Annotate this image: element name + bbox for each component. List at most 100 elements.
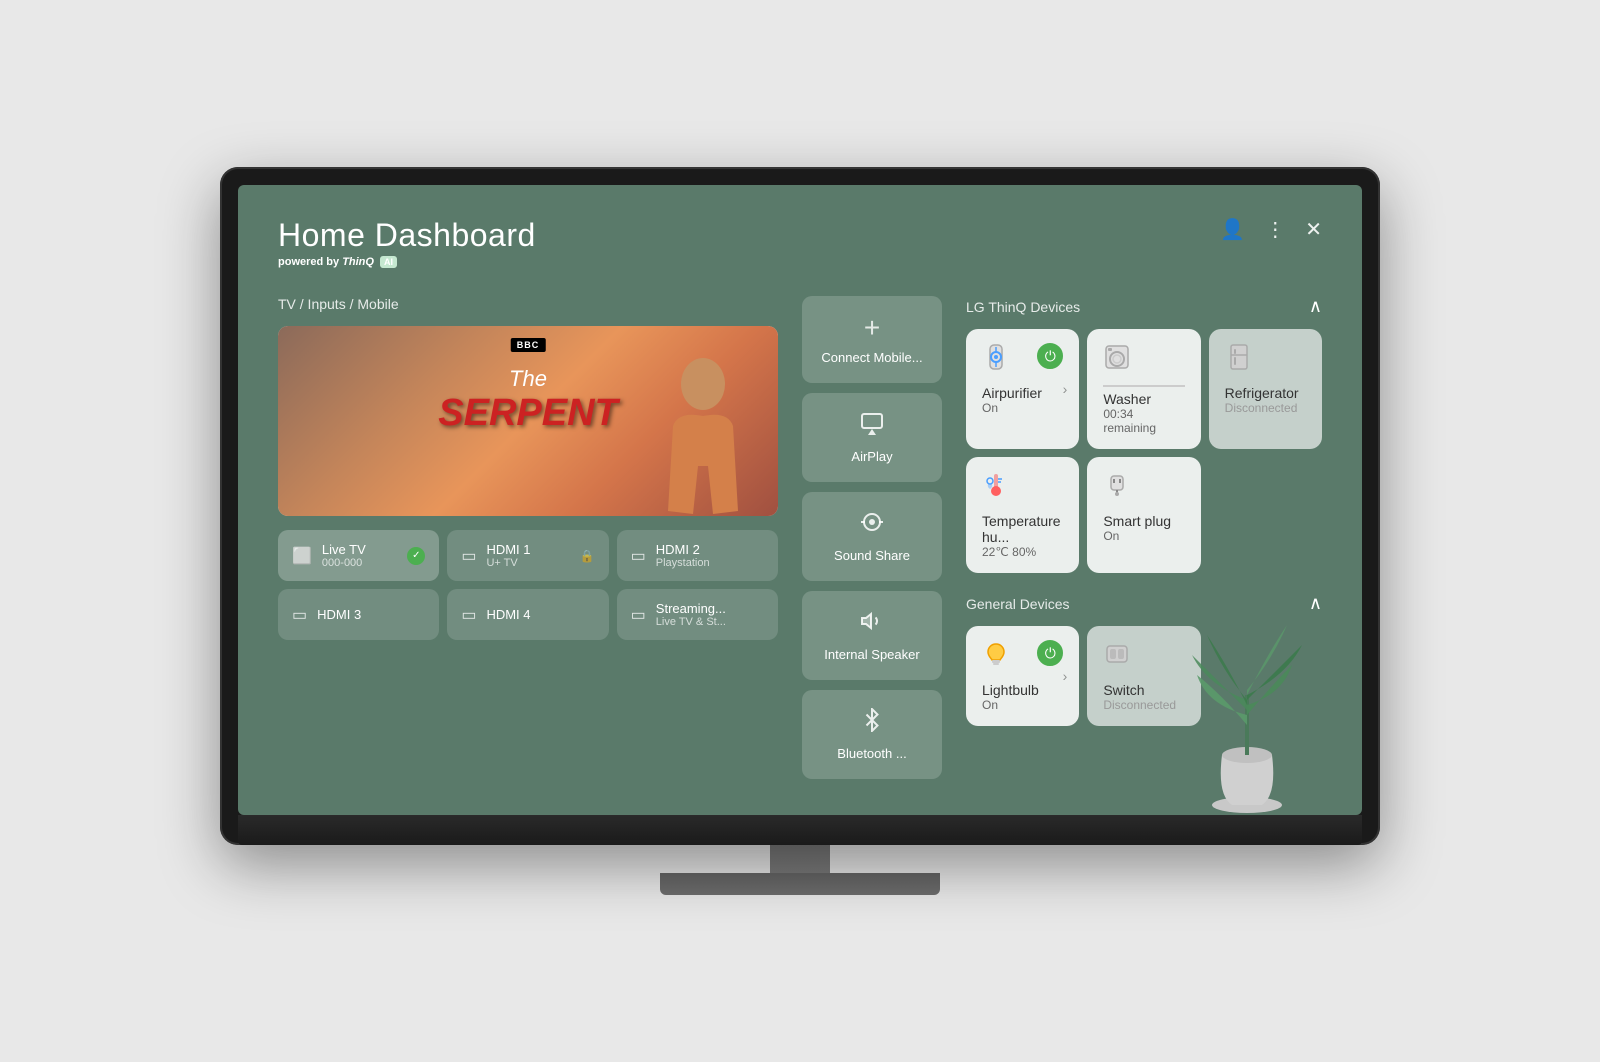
- thinq-section-title: LG ThinQ Devices: [966, 299, 1080, 315]
- lightbulb-tile[interactable]: ⏻ Lightbulb On ›: [966, 626, 1079, 726]
- hdmi1-text: HDMI 1 U+ TV: [486, 542, 530, 569]
- general-collapse-btn[interactable]: ∧: [1309, 593, 1322, 614]
- subtitle-pre: powered by: [278, 256, 339, 268]
- stand-container: [220, 845, 1380, 895]
- airpurifier-icon: [982, 343, 1010, 377]
- stand-foot: [660, 873, 940, 895]
- input-hdmi3[interactable]: ▭ HDMI 3: [278, 589, 439, 640]
- dashboard: Home Dashboard powered by ThinQ AI 👤 ⋮ ✕: [238, 185, 1362, 811]
- refrigerator-icon: [1225, 343, 1253, 377]
- ai-badge: AI: [380, 256, 397, 268]
- airplay-tile[interactable]: AirPlay: [802, 393, 942, 482]
- input-hdmi1[interactable]: ▭ HDMI 1 U+ TV 🔒: [447, 530, 608, 581]
- close-icon[interactable]: ✕: [1305, 217, 1322, 242]
- page-title: Home Dashboard: [278, 217, 536, 254]
- input-live-tv[interactable]: ⬜ Live TV 000-000 ✓: [278, 530, 439, 581]
- hdmi3-label: HDMI 3: [317, 607, 361, 622]
- hdmi2-sub: Playstation: [656, 557, 710, 569]
- washer-tile[interactable]: Washer 00:34 remaining: [1087, 329, 1200, 449]
- menu-icon[interactable]: ⋮: [1265, 217, 1285, 242]
- hdmi4-icon: ▭: [461, 605, 476, 625]
- airpurifier-tile[interactable]: ⏻ Airpurifier On ›: [966, 329, 1079, 449]
- lightbulb-top: ⏻: [982, 640, 1063, 674]
- right-panel: LG ThinQ Devices ∧: [966, 296, 1322, 779]
- hdmi2-label: HDMI 2: [656, 542, 710, 557]
- washer-top: [1103, 343, 1184, 377]
- washer-status: 00:34 remaining: [1103, 407, 1184, 435]
- live-tv-check: ✓: [407, 547, 425, 565]
- airplay-label: AirPlay: [851, 449, 892, 464]
- input-hdmi4[interactable]: ▭ HDMI 4: [447, 589, 608, 640]
- washer-icon: [1103, 343, 1131, 377]
- title-block: Home Dashboard powered by ThinQ AI: [278, 217, 536, 268]
- bluetooth-label: Bluetooth ...: [837, 746, 906, 761]
- airpurifier-status: On: [982, 401, 1063, 415]
- thinq-devices-grid: ⏻ Airpurifier On ›: [966, 329, 1322, 573]
- bluetooth-tile[interactable]: Bluetooth ...: [802, 690, 942, 779]
- refrigerator-status: Disconnected: [1225, 401, 1306, 415]
- tv-stand-base: [238, 815, 1362, 845]
- airpurifier-power-btn[interactable]: ⏻: [1037, 343, 1063, 369]
- plus-icon: +: [864, 314, 880, 342]
- tv-preview-image: BBC The SERPENT: [278, 326, 778, 516]
- connect-mobile-tile[interactable]: + Connect Mobile...: [802, 296, 942, 383]
- hdmi1-label: HDMI 1: [486, 542, 530, 557]
- brand-name: ThinQ: [342, 256, 374, 268]
- airpurifier-chevron: ›: [1063, 381, 1068, 397]
- temp-humidity-tile[interactable]: Temperature hu... 22℃ 80%: [966, 457, 1079, 573]
- middle-panel: + Connect Mobile... AirPlay: [802, 296, 942, 779]
- profile-icon[interactable]: 👤: [1220, 217, 1245, 242]
- switch-status: Disconnected: [1103, 698, 1184, 712]
- hdmi3-icon: ▭: [292, 605, 307, 625]
- lightbulb-name: Lightbulb: [982, 682, 1063, 698]
- temp-humidity-top: [982, 471, 1063, 505]
- input-streaming[interactable]: ▭ Streaming... Live TV & St...: [617, 589, 778, 640]
- internal-speaker-tile[interactable]: Internal Speaker: [802, 591, 942, 680]
- hdmi4-text: HDMI 4: [486, 607, 530, 622]
- streaming-icon: ▭: [631, 605, 646, 625]
- tv-section-title: TV / Inputs / Mobile: [278, 296, 778, 312]
- lightbulb-power-btn[interactable]: ⏻: [1037, 640, 1063, 666]
- lightbulb-icon: [982, 640, 1010, 674]
- page-subtitle: powered by ThinQ AI: [278, 256, 536, 268]
- live-tv-label: Live TV: [322, 542, 366, 557]
- live-tv-text: Live TV 000-000: [322, 542, 366, 569]
- live-tv-icon: ⬜: [292, 546, 312, 566]
- temp-humidity-name: Temperature hu...: [982, 513, 1063, 545]
- sound-share-tile[interactable]: Sound Share: [802, 492, 942, 581]
- hdmi1-sub: U+ TV: [486, 557, 530, 569]
- tv-frame: Home Dashboard powered by ThinQ AI 👤 ⋮ ✕: [220, 167, 1380, 845]
- input-grid: ⬜ Live TV 000-000 ✓ ▭ HDMI 1: [278, 530, 778, 640]
- hdmi1-lock-icon: 🔒: [580, 549, 595, 563]
- switch-icon: [1103, 640, 1131, 674]
- temp-humidity-status: 22℃ 80%: [982, 545, 1063, 559]
- thinq-section-header: LG ThinQ Devices ∧: [966, 296, 1322, 317]
- sound-share-icon: [860, 510, 884, 540]
- live-tv-sub: 000-000: [322, 557, 366, 569]
- refrigerator-top: [1225, 343, 1306, 377]
- tv-preview[interactable]: BBC The SERPENT: [278, 326, 778, 516]
- thinq-section: LG ThinQ Devices ∧: [966, 296, 1322, 573]
- sound-share-label: Sound Share: [834, 548, 910, 563]
- switch-tile[interactable]: Switch Disconnected: [1087, 626, 1200, 726]
- thinq-collapse-btn[interactable]: ∧: [1309, 296, 1322, 317]
- temp-icon: [982, 471, 1010, 505]
- hdmi1-icon: ▭: [461, 546, 476, 566]
- hdmi4-label: HDMI 4: [486, 607, 530, 622]
- header-icons: 👤 ⋮ ✕: [1220, 217, 1322, 242]
- lightbulb-chevron: ›: [1063, 668, 1068, 684]
- streaming-text: Streaming... Live TV & St...: [656, 601, 726, 628]
- switch-top: [1103, 640, 1184, 674]
- airpurifier-name: Airpurifier: [982, 385, 1063, 401]
- refrigerator-tile[interactable]: Refrigerator Disconnected: [1209, 329, 1322, 449]
- bluetooth-icon: [860, 708, 884, 738]
- washer-name: Washer: [1103, 391, 1184, 407]
- streaming-sub: Live TV & St...: [656, 616, 726, 628]
- hdmi3-text: HDMI 3: [317, 607, 361, 622]
- switch-name: Switch: [1103, 682, 1184, 698]
- stand-neck: [770, 845, 830, 873]
- smart-plug-tile[interactable]: Smart plug On: [1087, 457, 1200, 573]
- input-hdmi2[interactable]: ▭ HDMI 2 Playstation: [617, 530, 778, 581]
- hdmi2-text: HDMI 2 Playstation: [656, 542, 710, 569]
- refrigerator-name: Refrigerator: [1225, 385, 1306, 401]
